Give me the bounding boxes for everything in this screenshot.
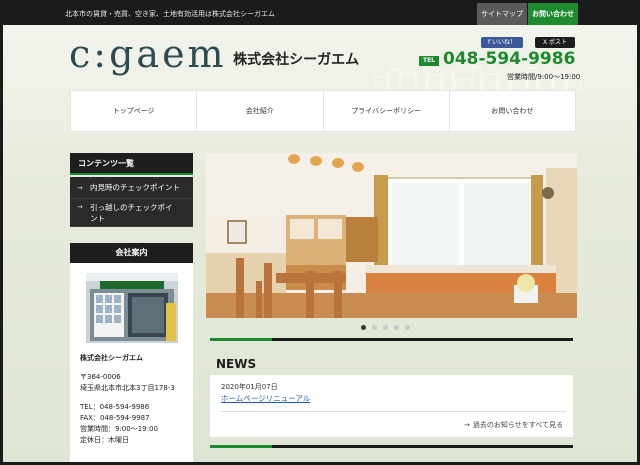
sidebar-link-moving-checkpoints[interactable]: → 引っ越しのチェックポイ ント — [70, 199, 193, 227]
section-divider-accent — [210, 445, 272, 448]
news-list: 2020年01月07日 ホームページリニューアル → 過去のお知らせをすべて見る — [210, 375, 573, 437]
slider-dot[interactable] — [405, 325, 410, 330]
slider-dot[interactable] — [394, 325, 399, 330]
arrow-right-icon: → — [464, 421, 470, 429]
news-archive-link[interactable]: → 過去のお知らせをすべて見る — [464, 420, 563, 430]
business-hours: 営業時間/9:00～19:00 — [507, 73, 581, 81]
postal-code: 〒364-0006 — [80, 373, 121, 381]
company-info-heading: 会社案内 — [70, 243, 193, 263]
top-bar: 北本市の賃貸・売買、空き家、土地有効活用は株式会社シーガエム サイトマップ お問… — [3, 3, 637, 25]
slider-dot[interactable] — [361, 325, 366, 330]
company-address: 埼玉県北本市北本3丁目178-3 — [80, 384, 175, 392]
site-tagline: 北本市の賃貸・売買、空き家、土地有効活用は株式会社シーガエム — [65, 10, 275, 18]
slider-dot[interactable] — [383, 325, 388, 330]
phone-number[interactable]: 048-594-9986 — [443, 49, 575, 69]
news-item-link[interactable]: ホームページリニューアル — [221, 393, 310, 404]
contents-heading: コンテンツ一覧 — [70, 153, 193, 175]
sidebar-link-label: 引っ越しのチェックポイ — [90, 203, 173, 212]
news-date: 2020年01月07日 — [221, 383, 278, 391]
page-frame: 北本市の賃貸・売買、空き家、土地有効活用は株式会社シーガエム サイトマップ お問… — [0, 0, 640, 465]
nav-item-privacy[interactable]: プライバシーポリシー — [324, 91, 450, 131]
company-info-box: 株式会社シーガエム 〒364-0006 埼玉県北本市北本3丁目178-3 TEL… — [70, 263, 193, 462]
tel-badge: TEL — [419, 56, 439, 66]
hero-slider-image[interactable] — [206, 153, 577, 318]
company-info-name: 株式会社シーガエム — [80, 354, 143, 362]
logo-mark: c:gaem — [69, 32, 227, 76]
x-label: ポスト — [549, 39, 568, 46]
news-divider — [210, 338, 573, 341]
slider-dot[interactable] — [372, 325, 377, 330]
facebook-like-button[interactable]: f いいね！ — [481, 37, 523, 48]
sidebar-link-label-cont: ント — [90, 214, 105, 223]
news-heading: NEWS — [216, 357, 257, 371]
arrow-right-icon: → — [77, 184, 83, 192]
x-post-button[interactable]: X ポスト — [535, 37, 575, 48]
company-tel: TEL：048-594-9986 — [80, 403, 150, 411]
company-fax: FAX：048-594-9987 — [80, 414, 150, 422]
news-divider-accent — [210, 338, 272, 341]
site-logo[interactable]: c:gaem 株式会社シーガエム — [69, 33, 359, 75]
news-archive-label: 過去のお知らせをすべて見る — [472, 421, 563, 429]
company-name: 株式会社シーガエム — [233, 52, 360, 68]
company-hours: 営業時間：9:00～19:00 — [80, 425, 158, 433]
nav-item-contact[interactable]: お問い合わせ — [450, 91, 575, 131]
fb-label: いいね！ — [492, 39, 517, 46]
sitemap-button[interactable]: サイトマップ — [477, 3, 527, 25]
company-holiday: 定休日：木曜日 — [80, 436, 129, 444]
company-details: 株式会社シーガエム 〒364-0006 埼玉県北本市北本3丁目178-3 TEL… — [80, 353, 190, 446]
contact-top-button[interactable]: お問い合わせ — [528, 3, 578, 25]
section-divider — [210, 445, 573, 448]
sidebar-link-viewing-checkpoints[interactable]: → 内見時のチェックポイント — [70, 177, 193, 199]
news-separator — [221, 411, 566, 412]
contents-list: → 内見時のチェックポイント → 引っ越しのチェックポイ ント — [70, 177, 193, 227]
global-nav: トップページ 会社紹介 プライバシーポリシー お問い合わせ — [70, 90, 576, 132]
slider-pagination — [361, 325, 410, 330]
arrow-right-icon: → — [77, 203, 83, 211]
sidebar-link-label: 内見時のチェックポイント — [90, 183, 180, 192]
shop-storefront-photo — [86, 273, 178, 343]
nav-item-company[interactable]: 会社紹介 — [197, 91, 324, 131]
nav-item-top[interactable]: トップページ — [71, 91, 198, 131]
